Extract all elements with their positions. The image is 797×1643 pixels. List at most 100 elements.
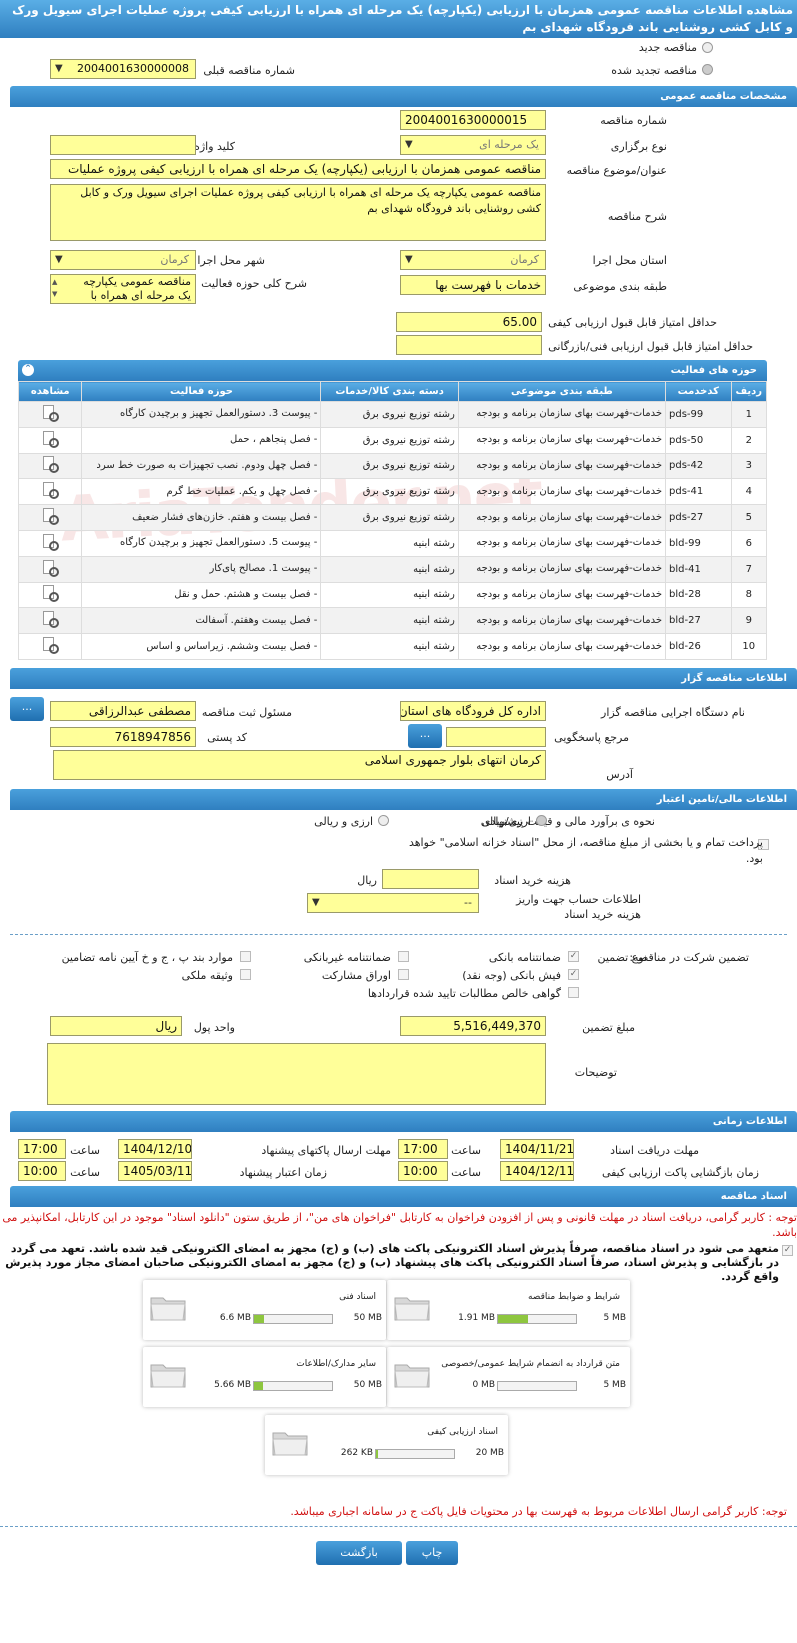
- row-category: خدمات-فهرست بهای سازمان برنامه و بودجه: [457, 555, 667, 583]
- doc-card[interactable]: اسناد فنی 50 MB 6.6 MB: [143, 1280, 386, 1340]
- desc-field[interactable]: مناقصه عمومی یکپارچه یک مرحله ای همراه ب…: [50, 184, 546, 241]
- activity-section-header: حوزه های فعالیت: [18, 360, 767, 381]
- estimate-rial-label: ارزی/ریالی: [480, 815, 531, 828]
- min-quality-field[interactable]: 65.00: [396, 312, 542, 332]
- doc-card[interactable]: سایر مدارک/اطلاعات 50 MB 5.66 MB: [143, 1347, 386, 1407]
- col-group: دسته بندی کالا/خدمات: [320, 381, 459, 402]
- subject-field[interactable]: مناقصه عمومی همزمان با ارزیابی (یکپارچه)…: [50, 159, 546, 179]
- doc-card[interactable]: متن قرارداد به انضمام شرایط عمومی/خصوصی 5…: [387, 1347, 630, 1407]
- valid-time[interactable]: 10:00: [18, 1161, 66, 1181]
- guarantee-opt-4-checkbox[interactable]: [398, 969, 409, 980]
- org-field[interactable]: اداره کل فرودگاه های استان: [400, 701, 546, 721]
- row-field: - فصل چهل ودوم. نصب تجهیزات به صورت خط س…: [81, 452, 322, 480]
- row-view-cell[interactable]: [17, 426, 83, 454]
- guarantee-opt-5-checkbox[interactable]: [240, 969, 251, 980]
- account-label: اطلاعات حساب جهت واریز هزینه خرید اسناد: [516, 893, 641, 921]
- doc-cost-field[interactable]: [382, 869, 479, 889]
- guarantee-opt-3-checkbox[interactable]: ✓: [568, 969, 579, 980]
- row-view-cell[interactable]: [17, 478, 83, 506]
- row-view-cell[interactable]: [17, 555, 83, 583]
- folder-icon: [394, 1364, 430, 1388]
- view-icon[interactable]: [41, 455, 60, 474]
- amount-field[interactable]: 5,516,449,370: [400, 1016, 546, 1036]
- row-view-cell[interactable]: [17, 529, 83, 557]
- category-field[interactable]: خدمات با فهرست بها: [400, 275, 546, 295]
- send-date[interactable]: 1404/12/10: [118, 1139, 192, 1159]
- valid-date[interactable]: 1405/03/11: [118, 1161, 192, 1181]
- guarantee-opt-1-checkbox[interactable]: [398, 951, 409, 962]
- account-select[interactable]: -- ▼: [307, 893, 479, 913]
- view-icon[interactable]: [41, 636, 60, 655]
- keyword-field[interactable]: [50, 135, 196, 155]
- view-icon[interactable]: [41, 559, 60, 577]
- doc-card[interactable]: اسناد ارزیابی کیفی 20 MB 262 KB: [265, 1415, 508, 1475]
- scroll-arrows-icon[interactable]: ▲ ▼: [52, 276, 57, 300]
- row-view-cell[interactable]: [17, 581, 83, 609]
- open-label: زمان بازگشایی پاکت ارزیابی کیفی: [601, 1166, 759, 1179]
- col-category: طبقه بندی موضوعی: [457, 381, 667, 402]
- province-select[interactable]: کرمان ▼: [400, 250, 546, 270]
- doc-card-current: 262 KB: [340, 1448, 373, 1458]
- notes-field[interactable]: [47, 1043, 546, 1105]
- ref-field[interactable]: [446, 727, 546, 747]
- renewed-tender-radio[interactable]: [702, 64, 713, 75]
- row-field: - پیوست 3. دستورالعمل تجهیز و برچیدن کار…: [81, 401, 322, 428]
- row-view-cell[interactable]: [17, 504, 83, 531]
- doc-card[interactable]: شرایط و ضوابط مناقصه 5 MB 1.91 MB: [387, 1280, 630, 1340]
- estimate-both-radio[interactable]: [378, 815, 389, 826]
- number-field[interactable]: 2004001630000015: [400, 110, 546, 130]
- new-tender-radio[interactable]: [702, 42, 713, 53]
- row-number: 8: [730, 581, 768, 609]
- collapse-icon[interactable]: ⌃: [22, 364, 34, 376]
- doc-receive-time[interactable]: 17:00: [398, 1139, 448, 1159]
- send-time[interactable]: 17:00: [18, 1139, 66, 1159]
- view-icon[interactable]: [41, 507, 60, 526]
- min-quality-label: حداقل امتیاز قابل قبول ارزیابی کیفی: [548, 316, 717, 329]
- currency-field[interactable]: ریال: [50, 1016, 182, 1036]
- prev-number-select[interactable]: 2004001630000008 ▼: [50, 59, 196, 79]
- responsible-lookup-button[interactable]: ...: [10, 697, 44, 721]
- city-select[interactable]: کرمان ▼: [50, 250, 196, 270]
- view-icon[interactable]: [41, 404, 60, 422]
- guarantee-opt-6-checkbox[interactable]: [568, 987, 579, 998]
- back-button[interactable]: بازگشت: [316, 1541, 402, 1565]
- doc-card-title: اسناد ارزیابی کیفی: [427, 1427, 498, 1437]
- row-number: 1: [730, 401, 768, 428]
- row-category: خدمات-فهرست بهای سازمان برنامه و بودجه: [457, 426, 667, 454]
- guarantee-opt-0-checkbox[interactable]: ✓: [568, 951, 579, 962]
- table-row: 10 bld-26 خدمات-فهرست بهای سازمان برنامه و…: [17, 633, 768, 660]
- postal-field[interactable]: 7618947856: [50, 727, 196, 747]
- estimate-rial-radio[interactable]: [536, 815, 547, 826]
- row-view-cell[interactable]: [17, 452, 83, 480]
- type-select[interactable]: یک مرحله ای ▼: [400, 135, 546, 155]
- ref-lookup-button[interactable]: ...: [408, 724, 442, 748]
- doc-receive-date[interactable]: 1404/11/21: [500, 1139, 574, 1159]
- view-icon[interactable]: [41, 610, 60, 629]
- print-button[interactable]: چاپ: [406, 1541, 458, 1565]
- organizer-section-header: اطلاعات مناقصه گزار: [10, 668, 797, 689]
- row-category: خدمات-فهرست بهای سازمان برنامه و بودجه: [457, 633, 667, 660]
- view-icon[interactable]: [41, 430, 60, 448]
- row-number: 9: [730, 607, 768, 635]
- commit-checkbox[interactable]: ✓: [782, 1245, 793, 1256]
- guarantee-opt-2-checkbox[interactable]: [240, 951, 251, 962]
- row-group: رشته ابنیه: [320, 581, 459, 609]
- doc-card-current: 5.66 MB: [214, 1380, 251, 1390]
- row-view-cell[interactable]: [17, 633, 83, 660]
- row-view-cell[interactable]: [17, 607, 83, 635]
- row-group: رشته ابنیه: [320, 529, 459, 557]
- prev-number-value: 2004001630000008: [77, 62, 189, 75]
- activity-desc-field[interactable]: مناقصه عمومی یکپارچه یک مرحله ای همراه ب…: [50, 274, 196, 304]
- doc-card-progress-fill: [376, 1450, 378, 1458]
- view-icon[interactable]: [41, 584, 60, 603]
- view-icon[interactable]: [41, 481, 60, 500]
- min-tech-field[interactable]: [396, 335, 542, 355]
- postal-label: کد پستی: [207, 731, 247, 744]
- open-date[interactable]: 1404/12/11: [500, 1161, 574, 1181]
- table-row: 8 bld-28 خدمات-فهرست بهای سازمان برنامه و …: [17, 581, 768, 609]
- row-view-cell[interactable]: [17, 401, 83, 428]
- open-time[interactable]: 10:00: [398, 1161, 448, 1181]
- responsible-field[interactable]: مصطفی عبدالرزاقی: [50, 701, 196, 721]
- address-field[interactable]: کرمان انتهای بلوار جمهوری اسلامی: [53, 750, 546, 780]
- view-icon[interactable]: [41, 533, 60, 551]
